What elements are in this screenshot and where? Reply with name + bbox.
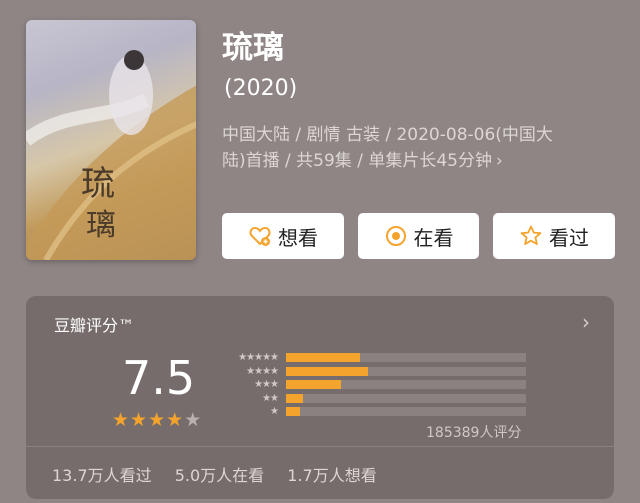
watched-count[interactable]: 13.7万人看过 <box>52 466 152 485</box>
rating-bar-track <box>286 380 526 390</box>
rating-score: 7.5 <box>122 351 196 405</box>
rating-row: ★★★★★ <box>220 351 526 365</box>
chevron-right-icon[interactable]: › <box>582 310 590 334</box>
rating-bar-track <box>286 353 526 363</box>
rating-row-stars: ★★★★ <box>246 365 279 377</box>
svg-text:璃: 璃 <box>86 208 116 243</box>
rating-row: ★★★ <box>220 378 526 392</box>
rating-card-title: 豆瓣评分™ <box>54 316 135 335</box>
watch-stats: 13.7万人看过 5.0万人在看 1.7万人想看 <box>52 462 395 486</box>
rating-row-stars: ★★★ <box>254 379 279 391</box>
rating-bar-track <box>286 407 526 417</box>
drama-meta-info[interactable]: 中国大陆 / 剧情 古装 / 2020-08-06(中国大 陆)首播 / 共59… <box>222 122 602 174</box>
rating-bar-fill <box>286 407 301 417</box>
rating-row: ★★★★ <box>220 365 526 379</box>
watching-button[interactable]: 在看 <box>358 213 479 259</box>
watching-count[interactable]: 5.0万人在看 <box>175 466 264 485</box>
poster-calligraphy: 琉 <box>81 164 115 204</box>
rating-bar-fill <box>286 393 303 403</box>
star-filled-icon: ★ <box>148 409 167 431</box>
want-to-watch-button[interactable]: 想看 <box>222 213 344 259</box>
rating-row-stars: ★ <box>270 406 279 418</box>
watched-label: 看过 <box>549 225 589 250</box>
target-icon <box>385 226 406 246</box>
watching-label: 在看 <box>413 225 454 250</box>
heart-plus-icon <box>249 226 271 246</box>
rating-row-stars: ★★ <box>262 392 279 404</box>
rating-row: ★★ <box>220 392 526 406</box>
want-label: 想看 <box>278 225 318 250</box>
rating-bar-fill <box>286 353 361 363</box>
watched-button[interactable]: 看过 <box>493 213 615 259</box>
star-filled-icon: ★ <box>112 409 131 431</box>
drama-title: 琉璃 <box>222 30 284 66</box>
release-year: (2020) <box>224 76 298 101</box>
star-filled-icon: ★ <box>130 409 149 431</box>
rating-count: 185389人评分 <box>426 425 522 441</box>
douban-rating-card[interactable]: 豆瓣评分™ › 7.5 ★★★★★ ★★★★★ ★★★★ ★★★ ★★ ★ 185389… <box>26 296 614 499</box>
poster-image[interactable]: 琉 璃 <box>26 20 196 260</box>
meta-line-1: 中国大陆 / 剧情 古装 / 2020-08-06(中国大 <box>222 125 553 145</box>
rating-bar-track <box>286 393 526 403</box>
rating-distribution: ★★★★★ ★★★★ ★★★ ★★ ★ <box>220 351 526 419</box>
star-outline-icon <box>520 225 542 245</box>
poster-art: 琉 璃 <box>26 50 196 260</box>
rating-bar-fill <box>286 380 342 390</box>
divider <box>26 446 614 447</box>
rating-row-stars: ★★★★★ <box>238 352 279 364</box>
meta-line-2: 陆)首播 / 共59集 / 单集片长45分钟 <box>222 151 492 171</box>
rating-bar-track <box>286 366 526 376</box>
rating-row: ★ <box>220 405 526 419</box>
want-count[interactable]: 1.7万人想看 <box>287 466 376 485</box>
star-empty-icon: ★ <box>184 409 203 431</box>
chevron-right-icon: › <box>495 151 503 171</box>
rating-bar-fill <box>286 366 368 376</box>
star-filled-icon: ★ <box>166 409 185 431</box>
rating-stars: ★★★★★ <box>112 409 202 431</box>
